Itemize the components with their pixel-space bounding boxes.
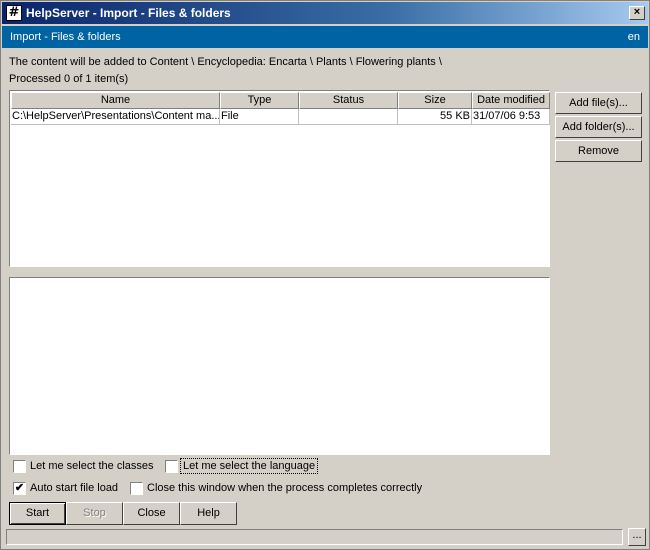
stop-button[interactable]: Stop xyxy=(66,502,123,525)
select-classes-label: Let me select the classes xyxy=(30,460,154,472)
status-bar: ... xyxy=(2,527,648,548)
status-more-button[interactable]: ... xyxy=(628,528,646,546)
select-language-label: Let me select the language xyxy=(179,458,319,474)
add-files-button[interactable]: Add file(s)... xyxy=(555,92,642,114)
close-icon: × xyxy=(633,6,641,18)
select-language-checkbox[interactable] xyxy=(165,460,178,473)
select-classes-checkbox[interactable] xyxy=(13,460,26,473)
close-on-complete-label: Close this window when the process compl… xyxy=(147,482,423,494)
language-indicator: en xyxy=(627,31,640,43)
remove-button[interactable]: Remove xyxy=(555,140,642,162)
cell-type: File xyxy=(220,109,299,125)
close-button[interactable]: Close xyxy=(123,502,180,525)
header-band: Import - Files & folders en xyxy=(2,26,648,48)
column-header-type[interactable]: Type xyxy=(220,92,299,109)
add-folders-button[interactable]: Add folder(s)... xyxy=(555,116,642,138)
files-table[interactable]: Name Type Status Size Date modified C:\H… xyxy=(9,90,550,267)
start-button[interactable]: Start xyxy=(9,502,66,525)
status-field xyxy=(6,529,623,545)
cell-size: 55 KB xyxy=(398,109,472,125)
column-header-size[interactable]: Size xyxy=(398,92,472,109)
log-area[interactable] xyxy=(9,277,550,455)
close-on-complete-checkbox[interactable] xyxy=(130,482,143,495)
import-window: # HelpServer - Import - Files & folders … xyxy=(0,0,650,550)
processed-count-text: Processed 0 of 1 item(s) xyxy=(9,73,129,85)
column-header-date-modified[interactable]: Date modified xyxy=(472,92,550,109)
page-title: Import - Files & folders xyxy=(10,31,121,43)
app-icon: # xyxy=(6,5,22,21)
cell-name: C:\HelpServer\Presentations\Content ma..… xyxy=(11,109,220,125)
auto-start-label: Auto start file load xyxy=(30,482,119,494)
cell-status xyxy=(299,109,398,125)
window-title: HelpServer - Import - Files & folders xyxy=(26,6,231,20)
title-bar[interactable]: # HelpServer - Import - Files & folders … xyxy=(2,2,648,24)
auto-start-checkbox[interactable]: ✔ xyxy=(13,482,26,495)
cell-date-modified: 31/07/06 9:53 xyxy=(472,109,550,125)
target-path-text: The content will be added to Content \ E… xyxy=(9,56,442,68)
column-header-status[interactable]: Status xyxy=(299,92,398,109)
column-header-name[interactable]: Name xyxy=(11,92,220,109)
help-button[interactable]: Help xyxy=(180,502,237,525)
close-window-button[interactable]: × xyxy=(629,6,645,20)
